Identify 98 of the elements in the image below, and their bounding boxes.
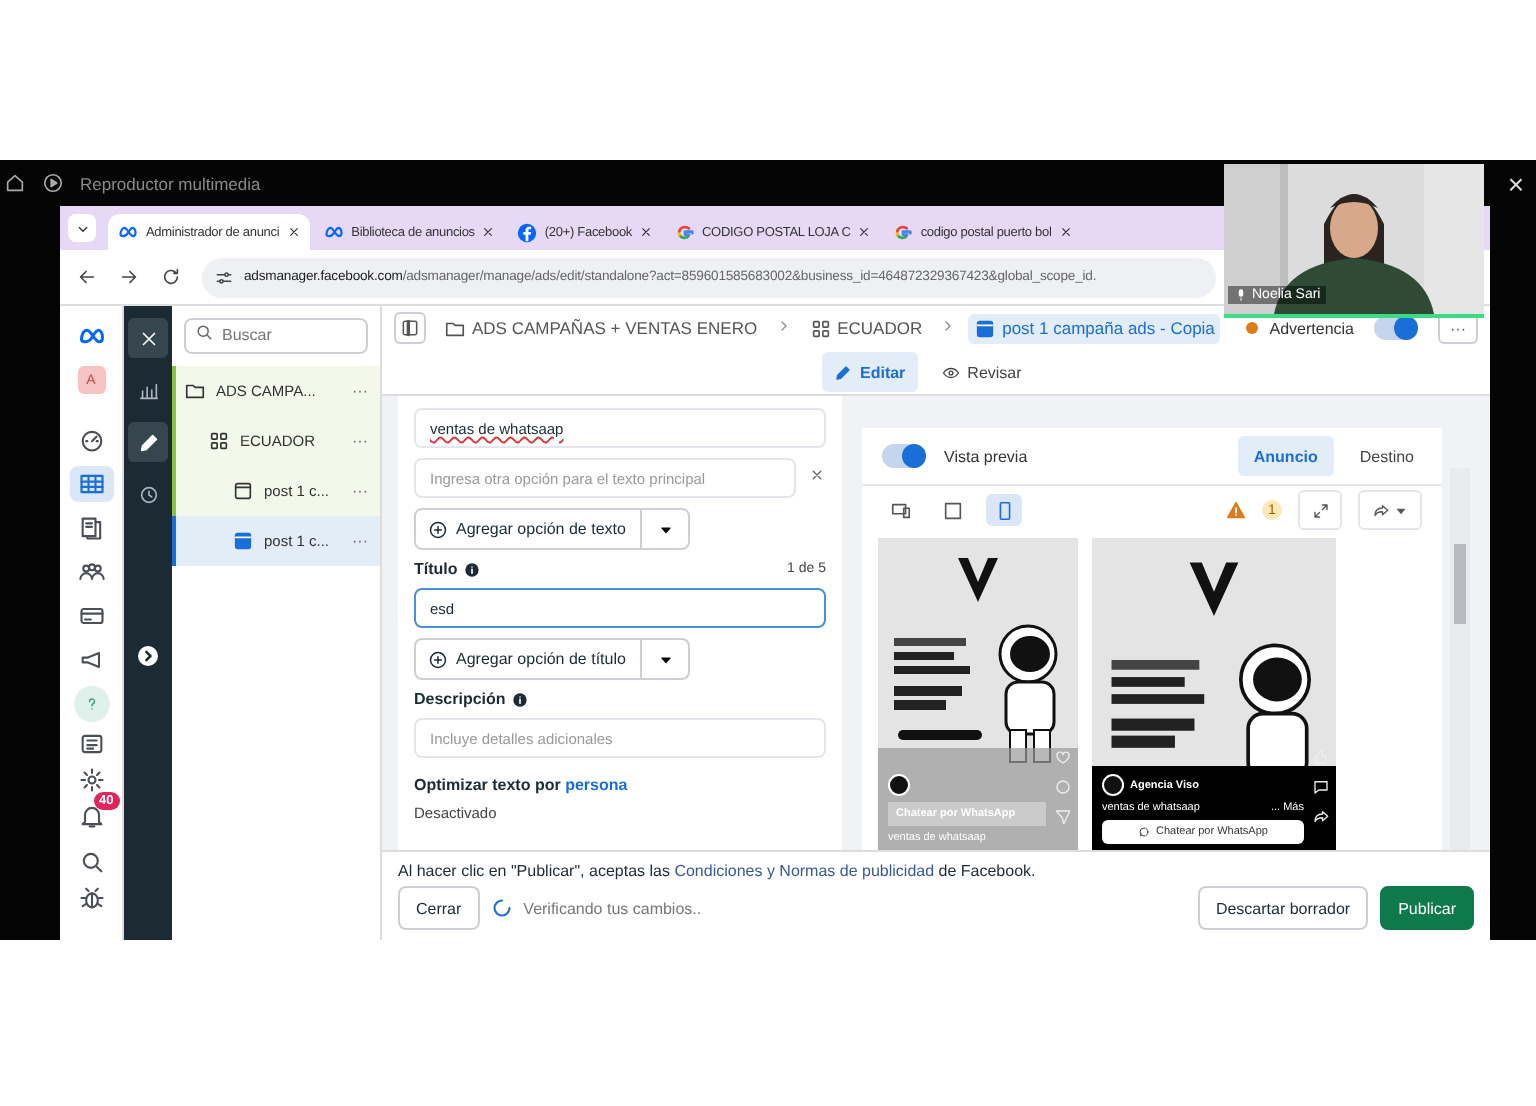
plus-circle-icon: [428, 519, 448, 539]
pencil-tool-button[interactable]: [128, 422, 168, 462]
caret-icon: [1394, 503, 1408, 517]
close-icon: [137, 327, 159, 349]
caret-icon: [657, 521, 673, 537]
discard-draft-button[interactable]: Descartar borrador: [1197, 886, 1369, 930]
bug-icon[interactable]: [77, 884, 105, 912]
close-icon[interactable]: [856, 224, 873, 240]
preview-label: Vista previa: [944, 447, 1028, 465]
google-logo-icon: [674, 221, 697, 243]
close-icon[interactable]: [638, 224, 655, 240]
ad-toggle[interactable]: [1374, 316, 1418, 340]
table-icon: [77, 470, 105, 498]
preview-tab[interactable]: Anuncio: [1237, 436, 1334, 476]
table-nav-button[interactable]: [69, 466, 113, 502]
device-button[interactable]: [986, 494, 1022, 526]
ad-icon: [974, 317, 997, 339]
ad-icon: [232, 479, 254, 501]
pencil-icon: [137, 431, 159, 453]
facebook-logo-icon: [516, 221, 539, 243]
share-icon: [1312, 808, 1330, 826]
panel-icon: [400, 318, 420, 338]
warning-icon: [1226, 500, 1246, 520]
terms-link[interactable]: Condiciones y Normas de publicidad: [674, 862, 935, 880]
home-icon: [4, 172, 26, 194]
eye-icon: [941, 363, 960, 381]
breadcrumb-link[interactable]: ADS CAMPAÑAS + VENTAS ENERO: [438, 313, 764, 343]
like-icon: [1312, 748, 1330, 766]
share-icon: [1372, 501, 1390, 519]
description-label: Descripción: [414, 690, 506, 708]
pencil-icon: [834, 363, 852, 381]
grid-icon: [809, 317, 832, 339]
publish-button[interactable]: Publicar: [1380, 886, 1474, 930]
close-icon[interactable]: [480, 224, 497, 240]
monitor-icon: [889, 499, 911, 521]
play-icon: [42, 172, 64, 194]
info-icon: [511, 691, 528, 707]
breadcrumb-link[interactable]: ECUADOR: [803, 313, 929, 343]
settings-icon[interactable]: [77, 766, 105, 794]
folder-icon: [184, 379, 206, 401]
back-icon[interactable]: [76, 266, 98, 288]
info-icon: [463, 561, 480, 577]
newspaper-icon[interactable]: [77, 730, 105, 758]
caret-icon: [657, 651, 673, 667]
bell-icon[interactable]: [77, 802, 105, 830]
square-icon: [941, 499, 963, 521]
close-icon[interactable]: [285, 224, 302, 240]
google-logo-icon: [892, 221, 915, 243]
mic-icon: [1234, 288, 1248, 302]
mode-tab[interactable]: Editar: [822, 352, 918, 392]
close-icon: [808, 466, 826, 484]
megaphone-icon: [77, 646, 105, 674]
close-button[interactable]: Cerrar: [398, 886, 480, 930]
search-icon[interactable]: [77, 848, 105, 876]
send-icon: [1054, 808, 1072, 826]
breadcrumb-link[interactable]: post 1 campaña ads - Copia: [968, 313, 1221, 343]
comment-icon: [1054, 778, 1072, 796]
heart-icon: [1054, 748, 1072, 766]
chevron-right-icon[interactable]: [138, 646, 158, 666]
spinner-icon: [491, 898, 512, 918]
sidebar-toggle-button[interactable]: [394, 312, 426, 344]
expand-button[interactable]: [1298, 490, 1342, 530]
meta-logo-icon: [116, 222, 140, 242]
mode-tab[interactable]: Revisar: [929, 352, 1034, 392]
preview-tab[interactable]: Destino: [1343, 436, 1430, 476]
close-tool-button[interactable]: [128, 318, 168, 358]
publish-notice: Al hacer clic en "Publicar", aceptas las Condiciones y Normas de publicidad de Facebook.: [398, 862, 1038, 880]
folder-icon: [444, 317, 466, 339]
whatsapp-icon: [1138, 826, 1151, 838]
search-icon: [194, 322, 214, 342]
title-label: Título: [414, 560, 458, 578]
plus-circle-icon: [428, 649, 448, 669]
people-icon: [77, 558, 105, 586]
scrollbar[interactable]: [1450, 468, 1470, 850]
profile-avatar: [1102, 774, 1124, 796]
gauge-icon: [77, 426, 105, 454]
search-field[interactable]: Buscar: [184, 317, 368, 353]
close-button[interactable]: ×: [1507, 167, 1524, 199]
card-icon: [77, 602, 105, 630]
progress-message: Verificando tus cambios..: [523, 899, 702, 917]
site-settings-icon: [214, 267, 234, 287]
close-icon[interactable]: [1057, 224, 1074, 240]
forward-icon[interactable]: [118, 266, 140, 288]
ad-icon: [232, 529, 254, 551]
reload-icon[interactable]: [160, 266, 182, 288]
comment-icon: [1312, 778, 1330, 796]
media-player-title: Reproductor multimedia: [80, 173, 261, 193]
meta-logo-icon: [321, 222, 346, 242]
bar-chart-icon: [137, 379, 159, 401]
optimize-text-label: Optimizar texto por persona: [414, 776, 630, 794]
persona-link[interactable]: persona: [565, 776, 628, 794]
share-button[interactable]: [1358, 490, 1422, 530]
clock-icon: [137, 483, 159, 505]
pages-icon: [77, 514, 105, 542]
preview-toggle[interactable]: [882, 444, 926, 468]
grid-icon: [208, 429, 230, 451]
expand-icon: [1311, 501, 1329, 519]
status-label: Advertencia: [1269, 319, 1354, 337]
